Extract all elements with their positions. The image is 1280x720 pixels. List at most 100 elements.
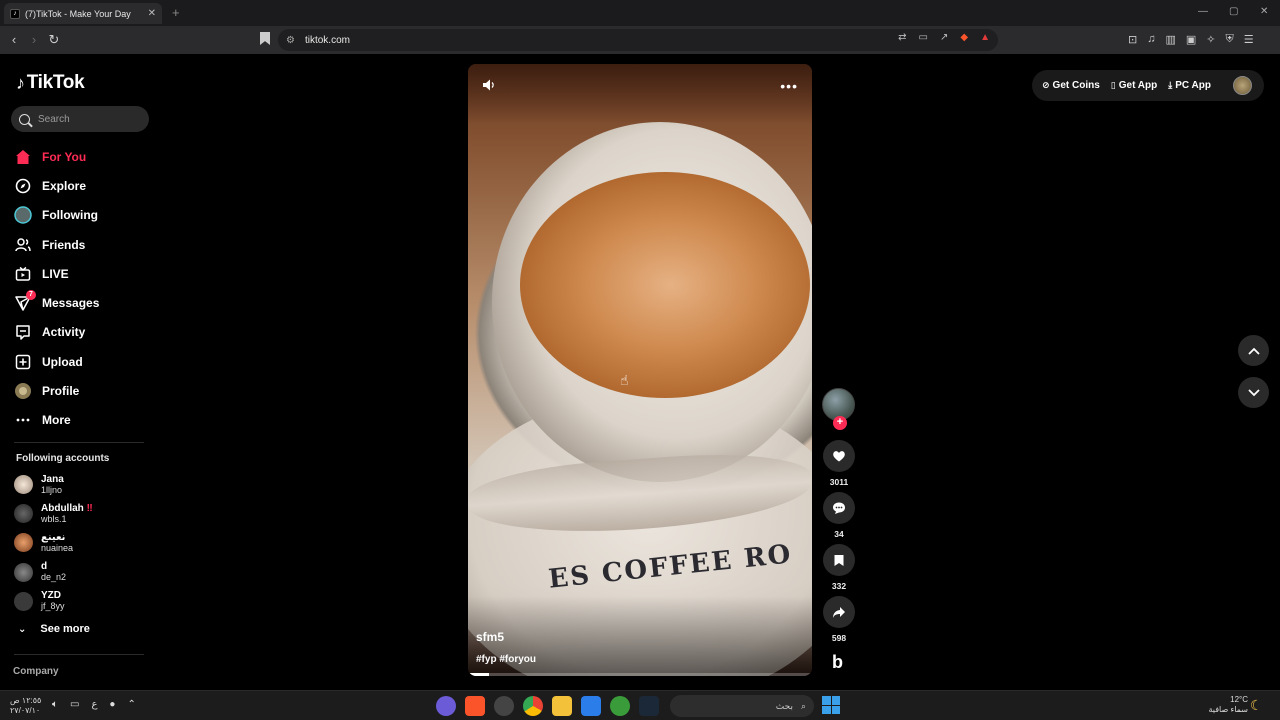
tiktok-logo[interactable]: ♪ TikTok	[16, 72, 85, 94]
forward-button[interactable]: ›	[26, 32, 42, 48]
maximize-button[interactable]: ▢	[1229, 6, 1238, 17]
steam-icon[interactable]	[639, 696, 659, 716]
share-icon[interactable]: ↗	[940, 32, 948, 43]
video-player[interactable]: ES COFFEE RO ••• sfm5 #fyp #foryou	[468, 64, 812, 676]
xbox-icon[interactable]	[610, 696, 630, 716]
browser-tab[interactable]: ♪ (7)TikTok - Make Your Day ✕	[4, 3, 162, 24]
tray-chevron-icon[interactable]: ⌃	[127, 699, 135, 710]
live-icon	[14, 265, 32, 283]
sidebar-item-more[interactable]: More	[14, 406, 99, 435]
weather-widget[interactable]: 12°C سماء صافية	[1204, 695, 1248, 715]
following-icon	[14, 206, 32, 224]
get-app-button[interactable]: ▯ Get App	[1111, 80, 1157, 91]
close-window-button[interactable]: ✕	[1260, 6, 1268, 17]
avatar	[14, 504, 33, 524]
discord-icon[interactable]	[436, 696, 456, 716]
video-author[interactable]: sfm5	[476, 630, 504, 644]
speaker-icon[interactable]: 🔈︎	[52, 699, 58, 710]
taskbar-search[interactable]: بحث ⌕	[670, 695, 814, 717]
account-item[interactable]: Jana 1lljno	[14, 470, 93, 499]
previous-video-button[interactable]	[1238, 335, 1269, 366]
bookmark-icon[interactable]	[260, 32, 270, 45]
taskbar-search-label: بحث	[775, 700, 793, 711]
save-button[interactable]: 332	[823, 544, 855, 591]
screenshot-icon[interactable]: ⊡	[1128, 33, 1137, 46]
following-accounts-list: Jana 1lljno Abdullah ‼ wbls.1 نعينع nuai…	[14, 470, 93, 616]
clock-time: ١٢:٥٥ ص	[10, 696, 42, 705]
network-icon[interactable]: ▭	[70, 699, 79, 710]
user-avatar[interactable]	[1233, 76, 1252, 95]
clock[interactable]: ١٢:٥٥ ص ٢٧/٠٧/١٠	[10, 696, 41, 716]
sidebar-item-following[interactable]: Following	[14, 201, 99, 230]
avatar	[14, 562, 33, 582]
sidebar-item-explore[interactable]: Explore	[14, 171, 99, 200]
sidebar-item-for-you[interactable]: For You	[14, 142, 99, 171]
wallet-icon[interactable]: ▣	[1186, 33, 1196, 46]
brave-shield-icon[interactable]: ◆	[960, 32, 968, 43]
pc-app-button[interactable]: ⤓ PC App	[1168, 80, 1211, 91]
address-bar[interactable]: ⚙ tiktok.com ⇄ ▭ ↗ ◆ ▲	[278, 29, 998, 51]
follow-plus-icon[interactable]: +	[833, 416, 847, 430]
sidebar-item-label: LIVE	[42, 266, 69, 281]
menu-icon[interactable]: ☰	[1244, 33, 1254, 46]
start-button[interactable]	[822, 696, 840, 714]
music-disc[interactable]: b	[832, 652, 843, 673]
microphone-icon[interactable]: ●	[109, 699, 115, 710]
media-icon[interactable]: ♫	[1147, 33, 1155, 46]
sidebar-item-live[interactable]: LIVE	[14, 259, 99, 288]
store-icon[interactable]	[581, 696, 601, 716]
windows-logo-pane	[831, 696, 840, 705]
friends-icon	[14, 236, 32, 254]
next-video-button[interactable]	[1238, 377, 1269, 408]
account-flag: ‼	[86, 502, 93, 514]
account-item[interactable]: نعينع nuainea	[14, 528, 93, 557]
comment-button[interactable]: 34	[823, 492, 855, 539]
video-progress-bar[interactable]	[468, 673, 812, 676]
account-name: Jana	[41, 473, 64, 485]
upload-icon	[14, 353, 32, 371]
see-more-button[interactable]: ⌄ See more	[18, 623, 90, 635]
volume-icon[interactable]	[482, 78, 498, 94]
cast-icon[interactable]: ▭	[919, 32, 928, 43]
sidebar-item-upload[interactable]: Upload	[14, 347, 99, 376]
video-hashtags[interactable]: #fyp #foryou	[476, 654, 536, 665]
like-button[interactable]: 3011	[823, 440, 855, 487]
get-coins-button[interactable]: ⊘ Get Coins	[1042, 80, 1100, 91]
translate-icon[interactable]: ⇄	[898, 32, 906, 43]
leo-ai-icon[interactable]: ✧	[1206, 33, 1215, 46]
account-item[interactable]: YZD jf_8yy	[14, 587, 93, 616]
minimize-button[interactable]: —	[1198, 6, 1208, 17]
tab-close-icon[interactable]: ✕	[148, 8, 156, 19]
browser-toolbar: ‹ › ↻ ⚙ tiktok.com ⇄ ▭ ↗ ◆ ▲ ⊡ ♫ ▥ ▣ ✧ ⛨…	[0, 26, 1280, 54]
brave-browser-icon[interactable]	[465, 696, 485, 716]
company-link[interactable]: Company	[13, 666, 59, 677]
account-item[interactable]: d de_n2	[14, 558, 93, 587]
new-tab-button[interactable]: +	[172, 5, 180, 20]
chrome-icon[interactable]	[523, 696, 543, 716]
rewards-icon[interactable]: ▲	[980, 32, 990, 43]
more-options-icon[interactable]: •••	[780, 78, 798, 94]
sidebar-item-friends[interactable]: Friends	[14, 230, 99, 259]
search-input[interactable]: Search	[11, 106, 149, 132]
windows-logo-pane	[822, 696, 831, 705]
browser-tabbar: ♪ (7)TikTok - Make Your Day ✕ + — ▢ ✕	[0, 0, 1280, 26]
language-indicator[interactable]: ع	[91, 699, 97, 710]
share-button[interactable]: 598	[823, 596, 855, 643]
file-explorer-icon[interactable]	[552, 696, 572, 716]
reload-button[interactable]: ↻	[46, 32, 62, 48]
sidebar-item-activity[interactable]: Activity	[14, 318, 99, 347]
sidebar-item-profile[interactable]: Profile	[14, 376, 99, 405]
sidebar-item-label: Explore	[42, 178, 87, 193]
sidebar-item-messages[interactable]: 7 Messages	[14, 288, 99, 317]
sidebar-toggle-icon[interactable]: ▥	[1165, 33, 1175, 46]
obs-icon[interactable]	[494, 696, 514, 716]
creator-avatar[interactable]: +	[822, 388, 855, 430]
pc-app-label: PC App	[1175, 80, 1211, 91]
account-username: 1lljno	[41, 484, 63, 495]
site-info-icon[interactable]: ⚙	[286, 35, 295, 46]
sidebar-item-label: Friends	[42, 237, 86, 252]
back-button[interactable]: ‹	[6, 32, 22, 48]
sidebar-item-label: Activity	[42, 325, 86, 340]
vpn-icon[interactable]: ⛨	[1226, 33, 1234, 46]
account-item[interactable]: Abdullah ‼ wbls.1	[14, 499, 93, 528]
